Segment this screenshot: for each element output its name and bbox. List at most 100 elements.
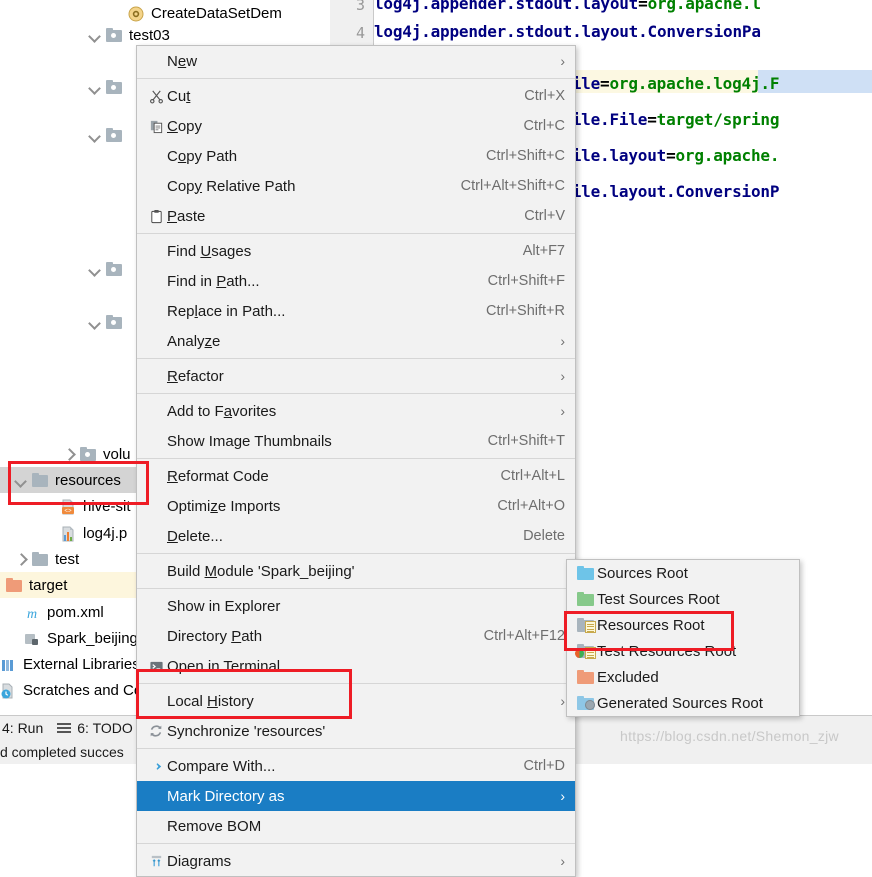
menu-item-find-usages[interactable]: Find Usages Alt+F7 [137,236,575,266]
copy-icon [145,119,167,134]
tree-item-target[interactable]: target [0,572,145,598]
menu-item-add-to-favorites[interactable]: Add to Favorites › [137,396,575,426]
menu-item-remove-bom[interactable]: Remove BOM [137,811,575,841]
chevron-down-icon[interactable] [88,80,102,94]
chevron-down-icon[interactable] [14,473,28,487]
tree-item-label: Spark_beijing. [47,630,142,647]
chevron-right-icon[interactable] [14,552,28,566]
gutter-line-number: 3 [356,0,365,14]
folder-generated-sources-icon [575,696,597,710]
tree-item-label: test03 [129,27,170,44]
run-tool-window-button[interactable]: 4: Run [2,720,43,736]
chevron-right-icon: › [551,53,565,69]
tree-item-label: test [55,551,79,568]
tree-item-hidden-row[interactable] [88,309,129,335]
xml-file-icon: <> [60,499,77,514]
mark-directory-as-submenu[interactable]: Sources Root Test Sources Root Resources… [566,559,800,717]
todo-tool-window-button[interactable]: 6: TODO [57,720,133,736]
menu-item-copy-relative-path[interactable]: Copy Relative Path Ctrl+Alt+Shift+C [137,171,575,201]
submenu-item-test-sources-root[interactable]: Test Sources Root [567,586,799,612]
tree-item-label: log4j.p [83,525,127,542]
tree-item-hidden-row[interactable] [88,122,129,148]
chevron-right-icon: › [551,693,565,709]
menu-separator [137,588,575,589]
chevron-right-icon: › [551,333,565,349]
tree-item-pom-xml[interactable]: m pom.xml [24,599,104,625]
menu-item-show-in-explorer[interactable]: Show in Explorer [137,591,575,621]
menu-separator [137,358,575,359]
tree-item-resources[interactable]: resources [0,467,145,493]
tree-item-label: pom.xml [47,604,104,621]
menu-separator [137,78,575,79]
menu-separator [137,843,575,844]
menu-item-analyze[interactable]: Analyze › [137,326,575,356]
menu-item-local-history[interactable]: Local History › [137,686,575,716]
chevron-right-icon: › [551,788,565,804]
menu-item-optimize-imports[interactable]: Optimize Imports Ctrl+Alt+O [137,491,575,521]
submenu-item-generated-sources-root[interactable]: Generated Sources Root [567,690,799,716]
submenu-item-sources-root[interactable]: Sources Root [567,560,799,586]
code-line: log4j.appender.stdout.layout=org.apache.… [374,0,761,13]
submenu-item-test-resources-root[interactable]: Test Resources Root [567,638,799,664]
tree-item-test[interactable]: test [14,546,79,572]
tree-item-label: resources [55,472,121,489]
compare-icon [145,759,167,774]
submenu-item-resources-root[interactable]: Resources Root [567,612,799,638]
menu-separator [137,683,575,684]
folder-icon [32,552,49,567]
menu-item-refactor[interactable]: Refactor › [137,361,575,391]
watermark-text: https://blog.csdn.net/Shemon_zjw [620,728,839,744]
tree-item-label: Scratches and Co [23,682,142,699]
diagram-icon [145,854,167,869]
paste-icon [145,209,167,224]
menu-separator [137,458,575,459]
list-icon [57,723,71,734]
menu-item-copy-path[interactable]: Copy Path Ctrl+Shift+C [137,141,575,171]
chevron-right-icon[interactable] [62,447,76,461]
folder-sources-icon [575,566,597,580]
menu-item-diagrams[interactable]: Diagrams › [137,846,575,876]
menu-item-cut[interactable]: Cut Ctrl+X [137,81,575,111]
chevron-down-icon[interactable] [88,28,102,42]
tree-item-hive-site[interactable]: <> hive-sit [60,493,131,519]
tree-item-hidden-row[interactable] [88,74,129,100]
svg-text:m: m [27,607,37,621]
menu-separator [137,233,575,234]
submenu-item-excluded[interactable]: Excluded [567,664,799,690]
menu-item-build-module[interactable]: Build Module 'Spark_beijing' [137,556,575,586]
tree-item-external-libraries[interactable]: External Libraries [0,651,140,677]
menu-item-delete[interactable]: Delete... Delete [137,521,575,551]
chevron-down-icon[interactable] [88,315,102,329]
menu-item-copy[interactable]: Copy Ctrl+C [137,111,575,141]
menu-item-show-image-thumbnails[interactable]: Show Image Thumbnails Ctrl+Shift+T [137,426,575,456]
code-line: log4j.appender.stdout.layout.ConversionP… [374,22,761,41]
folder-icon [106,315,123,330]
tree-item-hidden-row[interactable] [88,256,129,282]
menu-item-synchronize-resources[interactable]: Synchronize 'resources' [137,716,575,746]
tree-item-scratches-and-consoles[interactable]: Scratches and Co [0,677,142,703]
tree-item-volu[interactable]: volu [62,441,131,467]
properties-file-icon [60,526,77,541]
module-icon [24,631,41,646]
menu-item-replace-in-path[interactable]: Replace in Path... Ctrl+Shift+R [137,296,575,326]
menu-item-directory-path[interactable]: Directory Path Ctrl+Alt+F12 [137,621,575,651]
tree-item-label: hive-sit [83,498,131,515]
menu-item-find-in-path[interactable]: Find in Path... Ctrl+Shift+F [137,266,575,296]
folder-icon [106,262,123,277]
folder-orange-icon [6,578,23,593]
tree-item-log4j-properties[interactable]: log4j.p [60,520,127,546]
tree-item-spark-beijing-iml[interactable]: Spark_beijing. [24,625,142,651]
chevron-down-icon[interactable] [88,262,102,276]
folder-resources-icon [575,618,597,632]
project-context-menu[interactable]: New › Cut Ctrl+X Copy Ctrl+C Copy Path C… [136,45,576,877]
menu-item-paste[interactable]: Paste Ctrl+V [137,201,575,231]
chevron-down-icon[interactable] [88,128,102,142]
svg-text:<>: <> [64,507,72,514]
menu-item-open-in-terminal[interactable]: Open in Terminal [137,651,575,681]
menu-item-reformat-code[interactable]: Reformat Code Ctrl+Alt+L [137,461,575,491]
menu-item-mark-directory-as[interactable]: Mark Directory as › [137,781,575,811]
maven-icon: m [24,605,41,620]
menu-item-new[interactable]: New › [137,46,575,76]
chevron-right-icon: › [551,368,565,384]
menu-item-compare-with[interactable]: Compare With... Ctrl+D [137,751,575,781]
